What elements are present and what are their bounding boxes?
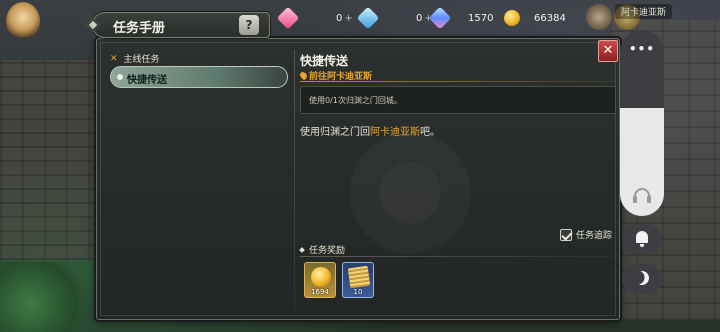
- location-label: 阿卡迪亚斯: [614, 4, 672, 19]
- event-icon[interactable]: [586, 4, 612, 30]
- multi-gem-resource[interactable]: 1570: [428, 6, 494, 30]
- reward-header: 任务奖励: [299, 243, 346, 256]
- blue-gem-value: 0: [416, 12, 423, 24]
- pink-gem-resource[interactable]: 0 +: [276, 6, 353, 30]
- bush-decoration: [0, 262, 100, 332]
- track-label: 任务追踪: [576, 231, 613, 241]
- overlay-top: •••: [620, 30, 664, 108]
- more-options-icon[interactable]: •••: [620, 42, 664, 56]
- selected-dot-icon: [117, 74, 123, 80]
- bell-icon: [636, 231, 648, 247]
- category-item-quick-teleport[interactable]: 快捷传送: [110, 66, 288, 88]
- description-prefix: 使用归渊之门回: [300, 127, 370, 138]
- close-button[interactable]: ✕: [598, 40, 618, 62]
- gold-coin-icon: [504, 10, 520, 26]
- blue-gem-icon: [356, 6, 380, 30]
- notification-button[interactable]: [622, 224, 662, 254]
- reward-item-scroll[interactable]: 10: [342, 262, 374, 298]
- panel-title-tab: 任务手册 ?: [85, 12, 270, 38]
- headset-icon[interactable]: [633, 188, 651, 203]
- pink-gem-add[interactable]: +: [344, 13, 352, 24]
- night-mode-button[interactable]: [622, 264, 662, 294]
- category-header-label: 主线任务: [123, 55, 160, 65]
- description-highlight: 阿卡迪亚斯: [370, 127, 420, 138]
- quest-description: 使用归渊之门回阿卡迪亚斯吧。: [300, 123, 440, 138]
- scroll-icon: [347, 265, 371, 289]
- player-avatar[interactable]: [6, 2, 40, 40]
- gold-value: 66384: [534, 12, 566, 24]
- help-button[interactable]: ?: [239, 15, 259, 35]
- gold-resource[interactable]: 66384: [504, 8, 566, 28]
- reward-diamond-icon: [299, 246, 305, 253]
- description-suffix: 吧。: [420, 127, 440, 138]
- multi-gem-icon: [428, 6, 452, 30]
- pink-gem-value: 0: [336, 12, 343, 24]
- reward-quantity: 10: [353, 288, 363, 296]
- pink-gem-icon: [276, 6, 300, 30]
- multi-gem-value: 1570: [468, 12, 494, 24]
- system-overlay-panel: •••: [620, 30, 664, 216]
- brick-wall-left: [0, 60, 110, 260]
- panel-title: 任务手册: [113, 21, 166, 36]
- track-checkbox[interactable]: [560, 228, 572, 241]
- collapse-icon: ✕: [110, 53, 118, 64]
- quest-track-toggle[interactable]: 任务追踪: [560, 228, 612, 241]
- quest-title: 快捷传送: [300, 54, 349, 68]
- moon-icon: [633, 269, 651, 287]
- category-item-label: 快捷传送: [127, 75, 167, 86]
- reward-divider: [300, 256, 616, 257]
- panel-divider: [294, 50, 295, 312]
- goto-underline: [300, 81, 616, 82]
- category-header[interactable]: ✕ 主线任务: [110, 52, 160, 66]
- reward-item-gold[interactable]: 1694: [304, 262, 336, 298]
- reward-quantity: 1694: [311, 288, 329, 296]
- gold-coin-icon: [311, 267, 331, 287]
- objective-box: 使用0/1次归渊之门回城。: [300, 86, 616, 114]
- objective-text: 使用0/1次归渊之门回城。: [309, 96, 402, 105]
- location-pin-icon: [298, 70, 309, 81]
- blue-gem-resource[interactable]: 0 +: [356, 6, 433, 30]
- reward-header-label: 任务奖励: [309, 246, 346, 256]
